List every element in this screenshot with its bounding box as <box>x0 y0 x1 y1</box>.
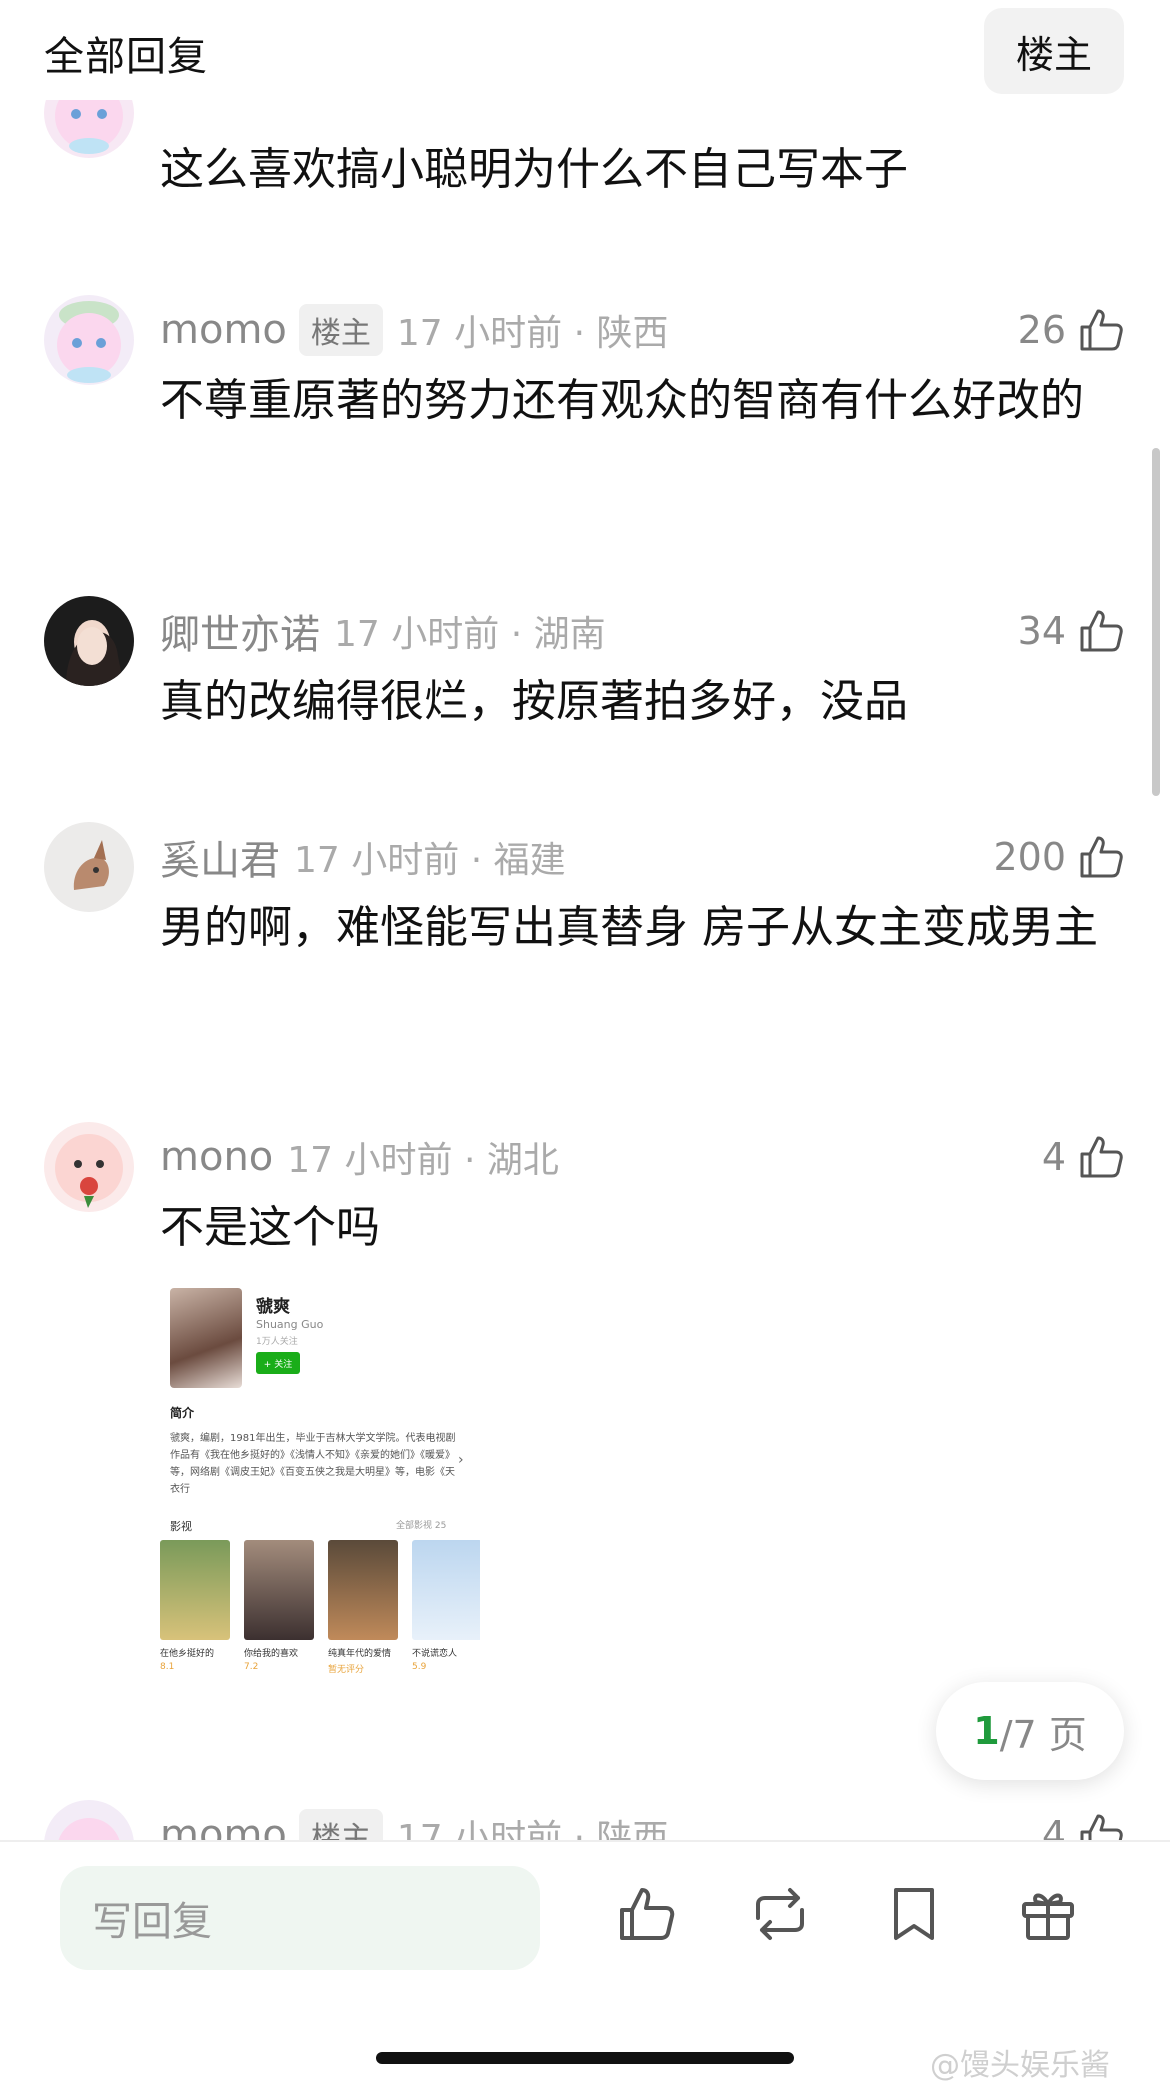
chevron-right-icon: › <box>458 1452 464 1468</box>
work-rating: 8.1 <box>160 1662 175 1672</box>
comment-text: 男的啊，难怪能写出真替身 房子从女主变成男主 <box>160 902 1098 953</box>
comment-time: 17 小时前 · 福建 <box>294 840 566 881</box>
home-indicator[interactable] <box>376 2052 794 2064</box>
like-count: 34 <box>1017 609 1066 653</box>
page-title: 全部回复 <box>44 34 208 80</box>
username[interactable]: mono <box>160 1134 273 1180</box>
bio-text: 虢爽，编剧，1981年出生，毕业于吉林大学文学院。代表电视剧作品有《我在他乡挺好… <box>170 1433 456 1495</box>
comment-time: 17 小时前 · 陕西 <box>396 313 669 354</box>
comment-meta: mono 17 小时前 · 湖北 <box>160 1127 559 1187</box>
comment-text: 这么喜欢搞小聪明为什么不自己写本子 <box>160 144 908 195</box>
comment-meta: momo 楼主 17 小时前 · 陕西 <box>160 1805 668 1840</box>
page-indicator[interactable]: 1 /7 页 <box>936 1682 1124 1780</box>
avatar[interactable] <box>44 295 134 385</box>
username[interactable]: 奚山君 <box>160 828 280 886</box>
gift-icon[interactable] <box>1016 1882 1080 1946</box>
avatar[interactable] <box>44 1122 134 1212</box>
comment-time: 17 小时前 · 陕西 <box>396 1818 669 1840</box>
op-badge: 楼主 <box>298 304 383 356</box>
comment-time: 17 小时前 · 湖北 <box>287 1140 559 1181</box>
thumbs-up-icon <box>1080 1814 1123 1840</box>
comment-text: 不是这个吗 <box>160 1202 380 1253</box>
thumbs-up-icon <box>1080 1136 1123 1178</box>
bookmark-icon[interactable] <box>882 1882 946 1946</box>
like-button[interactable]: 200 <box>993 827 1126 887</box>
like-count: 200 <box>993 835 1066 879</box>
works-all-link: 全部影视 25 <box>396 1521 447 1531</box>
follow-button: + 关注 <box>256 1352 300 1374</box>
username[interactable]: momo <box>160 307 287 353</box>
work-rating: 暂无评分 <box>328 1665 365 1675</box>
username[interactable]: 卿世亦诺 <box>160 602 320 660</box>
comment-time: 17 小时前 · 湖南 <box>334 614 606 655</box>
comment-feed[interactable]: 这么喜欢搞小聪明为什么不自己写本子 momo 楼主 17 小时前 · 陕西 26… <box>0 0 1170 1840</box>
like-button[interactable]: 4 <box>1042 1127 1126 1187</box>
work-rating: 5.9 <box>412 1662 427 1672</box>
embed-followers: 1万人关注 <box>256 1337 298 1347</box>
work-title: 你给我的喜欢 <box>244 1649 299 1659</box>
username[interactable]: momo <box>160 1812 287 1840</box>
like-count: 4 <box>1041 1135 1066 1179</box>
work-title: 在他乡挺好的 <box>160 1649 215 1659</box>
work-title: 纯真年代的爱情 <box>328 1649 392 1659</box>
intro-heading: 简介 <box>170 1406 195 1420</box>
thumbs-up-icon <box>1080 836 1123 878</box>
comment-text: 不尊重原著的努力还有观众的智商有什么好改的 <box>160 375 1084 426</box>
repost-icon[interactable] <box>748 1882 812 1946</box>
embed-name-en: Shuang Guo <box>256 1318 324 1331</box>
poster-image <box>412 1540 480 1640</box>
embed-name: 虢爽 <box>256 1297 290 1317</box>
comment-meta: 奚山君 17 小时前 · 福建 <box>160 827 566 887</box>
header: 全部回复 楼主 <box>0 0 1170 100</box>
comment-image[interactable]: 虢爽 Shuang Guo 1万人关注 + 关注 简介 虢爽，编剧，1981年出… <box>160 1270 480 1730</box>
like-button[interactable]: 34 <box>1018 601 1126 661</box>
like-count: 26 <box>1017 308 1066 352</box>
thumbs-up-icon <box>1080 610 1123 652</box>
total-pages: /7 页 <box>999 1712 1087 1757</box>
profile-photo <box>170 1288 242 1388</box>
avatar[interactable] <box>44 1800 134 1840</box>
op-only-filter-button[interactable]: 楼主 <box>984 8 1124 94</box>
thumbs-up-icon <box>1080 309 1123 351</box>
like-icon[interactable] <box>614 1882 678 1946</box>
scrollbar[interactable] <box>1152 448 1160 796</box>
avatar[interactable] <box>44 596 134 686</box>
comment-meta: 卿世亦诺 17 小时前 · 湖南 <box>160 601 606 661</box>
comment-text: 真的改编得很烂，按原著拍多好，没品 <box>160 676 908 727</box>
op-badge: 楼主 <box>298 1809 383 1840</box>
work-rating: 7.2 <box>244 1662 259 1672</box>
poster-image <box>244 1540 314 1640</box>
poster-image <box>160 1540 230 1640</box>
current-page: 1 <box>973 1709 1000 1753</box>
works-heading: 影视 <box>170 1520 192 1533</box>
work-title: 不说谎恋人 <box>412 1649 458 1659</box>
like-button[interactable]: 4 <box>1042 1805 1126 1840</box>
watermark: @馒头娱乐酱 <box>930 2048 1110 2083</box>
like-count: 4 <box>1041 1813 1066 1840</box>
reply-input[interactable]: 写回复 <box>60 1866 540 1970</box>
avatar[interactable] <box>44 822 134 912</box>
poster-image <box>328 1540 398 1640</box>
comment-meta: momo 楼主 17 小时前 · 陕西 <box>160 300 668 360</box>
like-button[interactable]: 26 <box>1018 300 1126 360</box>
